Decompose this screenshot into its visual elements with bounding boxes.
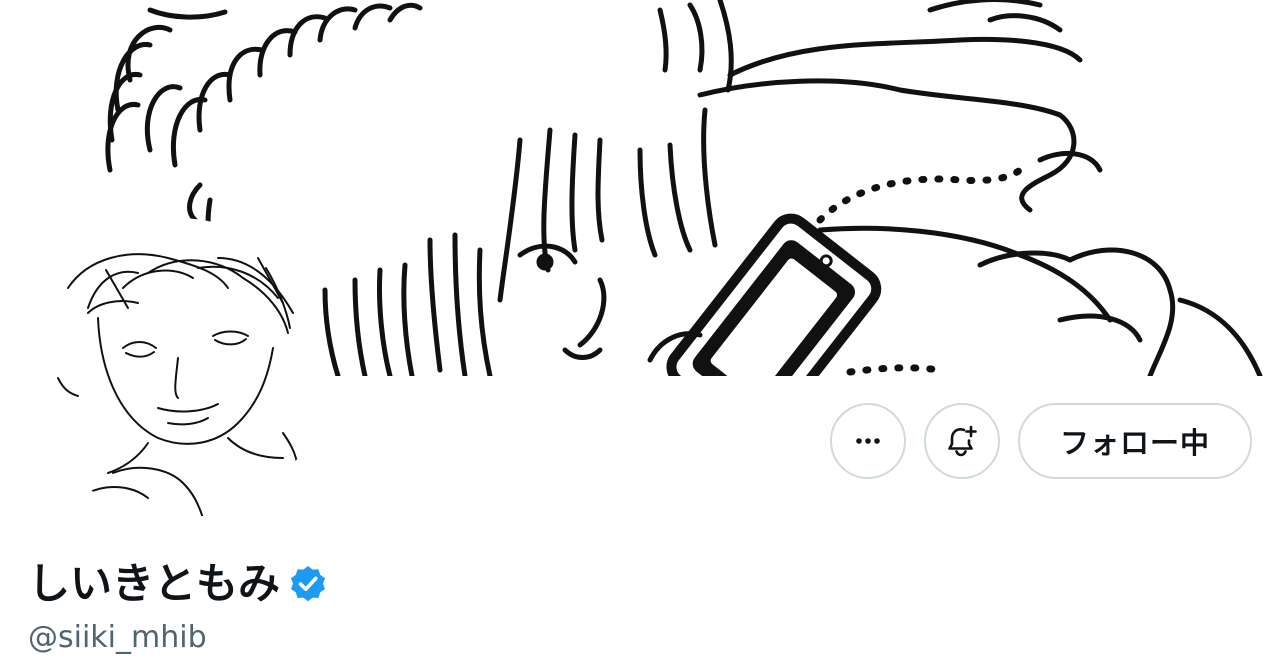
following-button[interactable]: フォロー中 (1018, 403, 1252, 479)
notification-button[interactable] (924, 403, 1000, 479)
profile-actions: フォロー中 (830, 403, 1252, 479)
more-dots-icon (856, 438, 880, 444)
display-name: しいきともみ (28, 559, 281, 608)
profile-page: フォロー中 しいきともみ @siiki_mhib (0, 0, 1280, 670)
profile-handle: @siiki_mhib (28, 620, 207, 655)
verified-badge-icon[interactable] (288, 564, 328, 604)
more-button[interactable] (830, 403, 906, 479)
following-button-label: フォロー中 (1059, 426, 1210, 460)
profile-name-row: しいきともみ (28, 556, 328, 612)
profile-avatar[interactable] (28, 218, 328, 518)
bell-plus-icon (948, 425, 977, 457)
